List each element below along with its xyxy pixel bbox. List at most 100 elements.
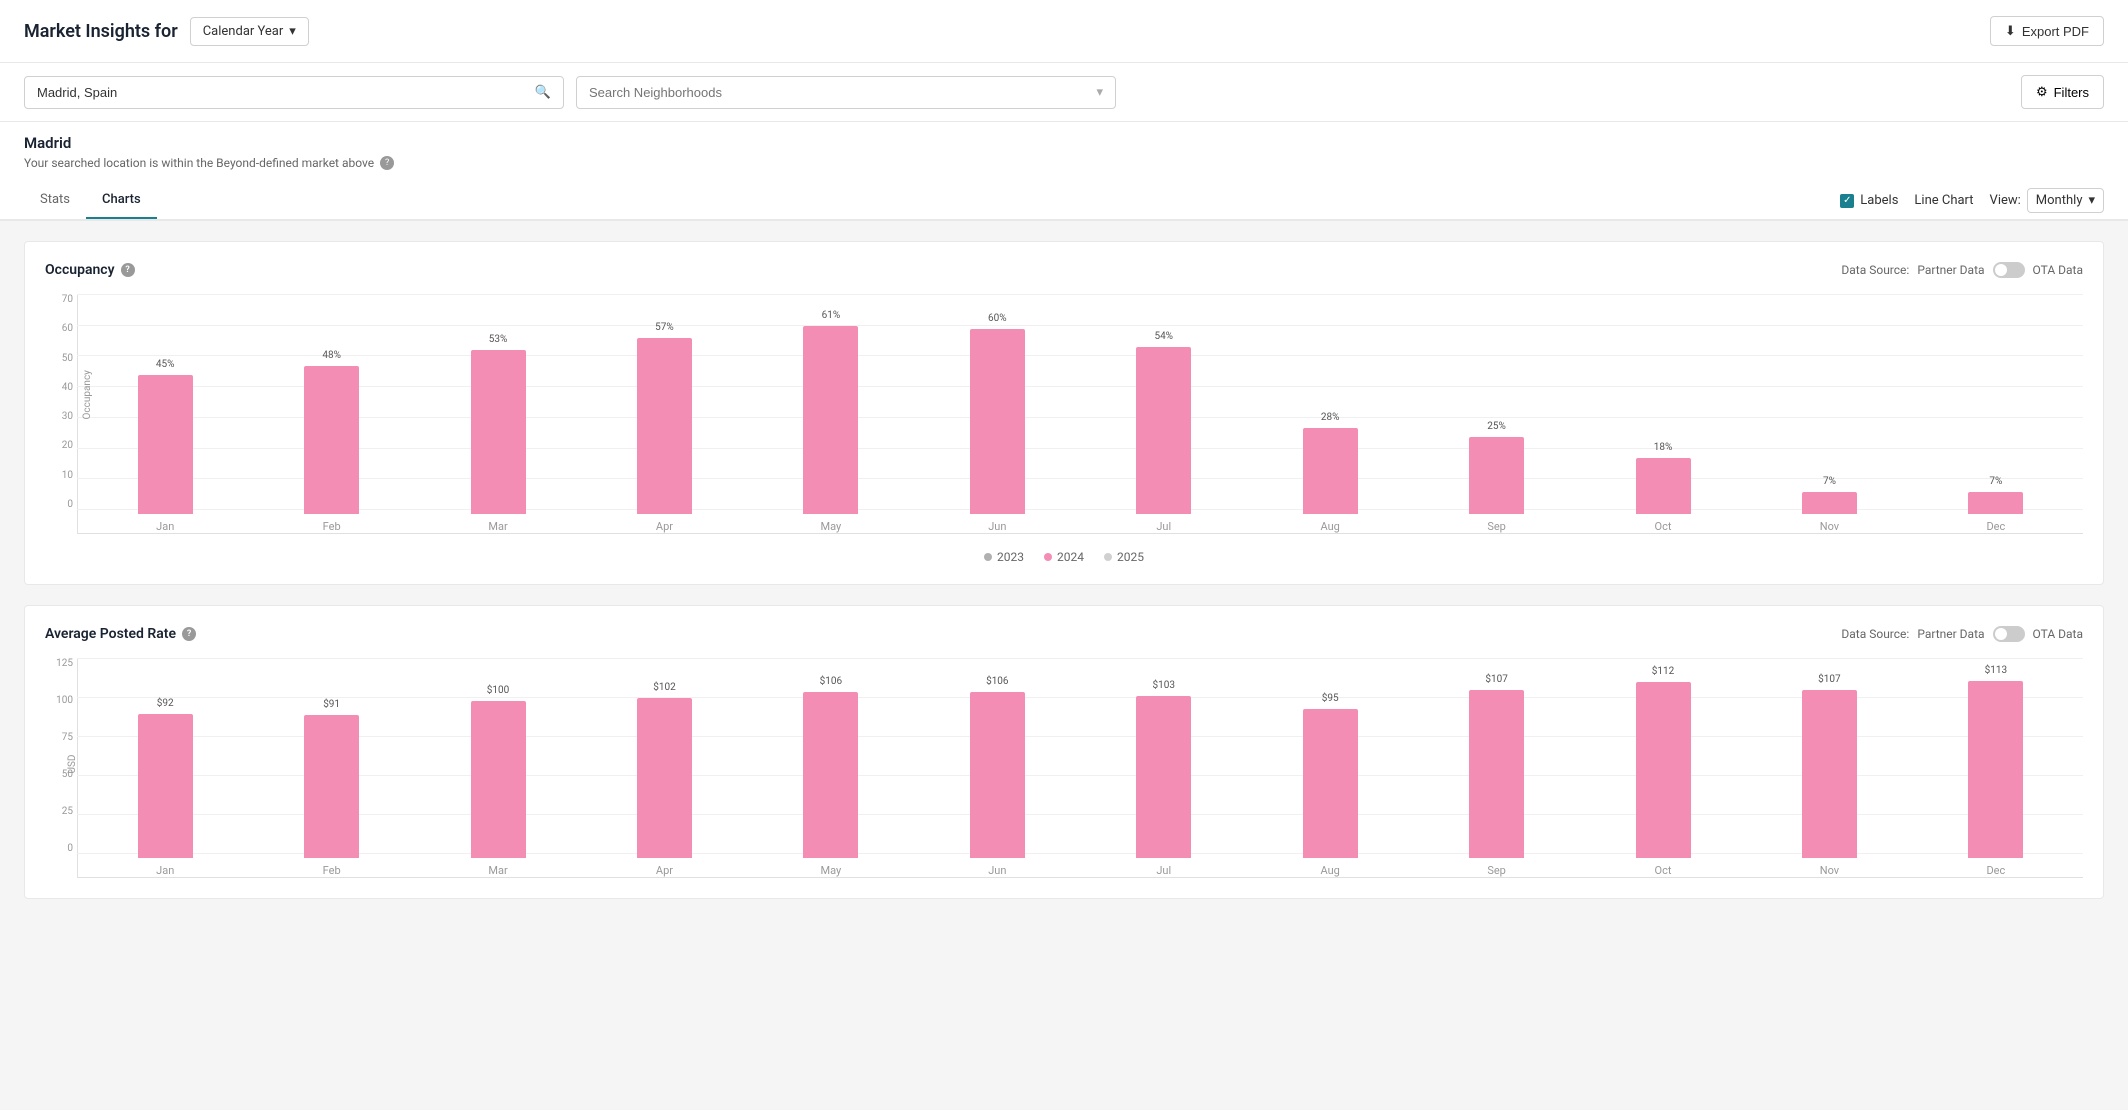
bar-item-may: 61%May — [748, 294, 914, 533]
location-search-container: 🔍 — [24, 76, 564, 109]
y-axis-occupancy: 70 60 50 40 30 20 10 0 — [45, 294, 73, 534]
occupancy-data-toggle[interactable] — [1993, 262, 2025, 278]
bar-label-apr: 57% — [655, 322, 674, 333]
x-label-jun: Jun — [988, 520, 1006, 533]
tabs-controls-row: Stats Charts Labels Line Chart View: Mon… — [0, 182, 2128, 220]
calendar-year-label: Calendar Year — [203, 24, 284, 39]
rate-bar-oct: $112 — [1636, 682, 1691, 858]
neighborhoods-search-input[interactable] — [589, 85, 1088, 100]
line-chart-toggle[interactable]: Line Chart — [1914, 193, 1973, 208]
labels-label: Labels — [1860, 193, 1898, 208]
bar-label-dec: 7% — [1989, 476, 2002, 487]
view-dropdown[interactable]: Monthly ▾ — [2027, 188, 2104, 213]
info-icon[interactable]: ? — [380, 156, 394, 170]
rate-bar-item-nov: $107Nov — [1746, 658, 1912, 877]
rate-bar-feb: $91 — [304, 715, 359, 858]
legend-2023: 2023 — [984, 550, 1024, 564]
legend-dot-2025 — [1104, 553, 1112, 561]
partner-data-label: Partner Data — [1917, 263, 1984, 277]
x-label-oct: Oct — [1655, 520, 1672, 533]
view-label: View: — [1990, 193, 2021, 208]
rate-x-label-dec: Dec — [1986, 864, 2005, 877]
legend-dot-2024 — [1044, 553, 1052, 561]
bar-label-jun: 60% — [988, 313, 1007, 324]
x-label-nov: Nov — [1820, 520, 1839, 533]
avg-rate-chart-header: Average Posted Rate ? Data Source: Partn… — [45, 626, 2083, 642]
ota-data-label: OTA Data — [2033, 627, 2083, 641]
bar-label-feb: 48% — [322, 350, 341, 361]
rate-bar-jul: $103 — [1136, 696, 1191, 858]
avg-rate-data-toggle[interactable] — [1993, 626, 2025, 642]
view-select: View: Monthly ▾ — [1990, 188, 2104, 213]
rate-bar-label-feb: $91 — [323, 699, 340, 710]
occupancy-info-icon[interactable]: ? — [121, 263, 135, 277]
x-label-feb: Feb — [323, 520, 341, 533]
legend-dot-2023 — [984, 553, 992, 561]
occupancy-bars: 45%Jan 48% Feb 53%Mar57%Apr61%May 60% Jun 54%J… — [77, 294, 2083, 534]
location-subtitle: Your searched location is within the Bey… — [24, 156, 2104, 170]
y-tick-60: 60 — [45, 323, 73, 334]
rate-bar-mar: $100 — [471, 701, 526, 858]
bar-item-jul: 54%Jul — [1081, 294, 1247, 533]
y-tick-0: 0 — [45, 499, 73, 510]
avg-rate-title: Average Posted Rate ? — [45, 626, 196, 642]
y-tick-40: 40 — [45, 382, 73, 393]
rate-bar-item-jul: $103Jul — [1081, 658, 1247, 877]
data-source-label: Data Source: — [1841, 627, 1909, 641]
bar-dec: 7% — [1968, 492, 2023, 514]
rate-x-label-apr: Apr — [656, 864, 673, 877]
labels-checkbox[interactable] — [1840, 194, 1854, 208]
avg-rate-info-icon[interactable]: ? — [182, 627, 196, 641]
bar-label-may: 61% — [822, 310, 841, 321]
rate-x-label-mar: Mar — [488, 864, 507, 877]
rate-bar-label-jul: $103 — [1152, 680, 1174, 691]
location-info: Madrid Your searched location is within … — [0, 122, 2128, 221]
rate-x-label-jun: Jun — [988, 864, 1006, 877]
location-name: Madrid — [24, 134, 2104, 152]
rate-bar-item-mar: $100 Mar — [415, 658, 581, 877]
charts-container: Occupancy ? Data Source: Partner Data OT… — [0, 221, 2128, 939]
x-label-aug: Aug — [1320, 520, 1339, 533]
occupancy-chart-header: Occupancy ? Data Source: Partner Data OT… — [45, 262, 2083, 278]
rate-bar-item-jun: $106 Jun — [914, 658, 1080, 877]
bar-mar: 53% — [471, 350, 526, 514]
location-search-input[interactable] — [37, 85, 527, 100]
search-bar: 🔍 ▾ ⚙ Filters — [0, 63, 2128, 122]
rate-x-label-aug: Aug — [1320, 864, 1339, 877]
rate-bar-label-jan: $92 — [157, 698, 174, 709]
rate-bar-sep: $107 — [1469, 690, 1524, 858]
legend-2025: 2025 — [1104, 550, 1144, 564]
tab-charts[interactable]: Charts — [86, 182, 157, 219]
rate-bar-item-jan: $92Jan — [82, 658, 248, 877]
rate-bar-jun: $106 — [970, 692, 1025, 858]
bar-item-feb: 48% Feb — [248, 294, 414, 533]
rate-bar-item-sep: $107Sep — [1413, 658, 1579, 877]
calendar-year-dropdown[interactable]: Calendar Year ▾ — [190, 17, 309, 46]
avg-rate-bar-chart: 125 100 75 50 25 0 USD — [45, 658, 2083, 878]
occupancy-legend: 2023 2024 2025 — [45, 550, 2083, 564]
chevron-down-icon: ▾ — [1096, 85, 1103, 100]
bar-item-jan: 45%Jan — [82, 294, 248, 533]
bar-item-jun: 60% Jun — [914, 294, 1080, 533]
page-title: Market Insights for — [24, 21, 178, 42]
bar-item-sep: 25%Sep — [1413, 294, 1579, 533]
bar-item-oct: 18%Oct — [1580, 294, 1746, 533]
partner-data-label: Partner Data — [1917, 627, 1984, 641]
rate-x-label-nov: Nov — [1820, 864, 1839, 877]
filters-button[interactable]: ⚙ Filters — [2021, 75, 2104, 109]
bar-item-mar: 53%Mar — [415, 294, 581, 533]
avg-rate-chart-section: Average Posted Rate ? Data Source: Partn… — [24, 605, 2104, 899]
export-pdf-button[interactable]: ⬇ Export PDF — [1990, 16, 2104, 46]
rate-x-label-oct: Oct — [1655, 864, 1672, 877]
chevron-down-icon: ▾ — [2088, 193, 2095, 208]
y-axis-label-occupancy: Occupancy — [82, 370, 93, 419]
chart-controls: Labels Line Chart View: Monthly ▾ — [1840, 188, 2104, 213]
rate-bar-item-feb: $91Feb — [248, 658, 414, 877]
bar-label-jan: 45% — [156, 359, 175, 370]
bar-item-apr: 57%Apr — [581, 294, 747, 533]
search-icon: 🔍 — [535, 85, 551, 100]
avg-rate-bars: $92Jan$91Feb$100Mar$102Apr$106May$106Jun… — [77, 658, 2083, 878]
tab-stats[interactable]: Stats — [24, 182, 86, 219]
rate-bar-item-apr: $102Apr — [581, 658, 747, 877]
rate-bar-aug: $95 — [1303, 709, 1358, 858]
